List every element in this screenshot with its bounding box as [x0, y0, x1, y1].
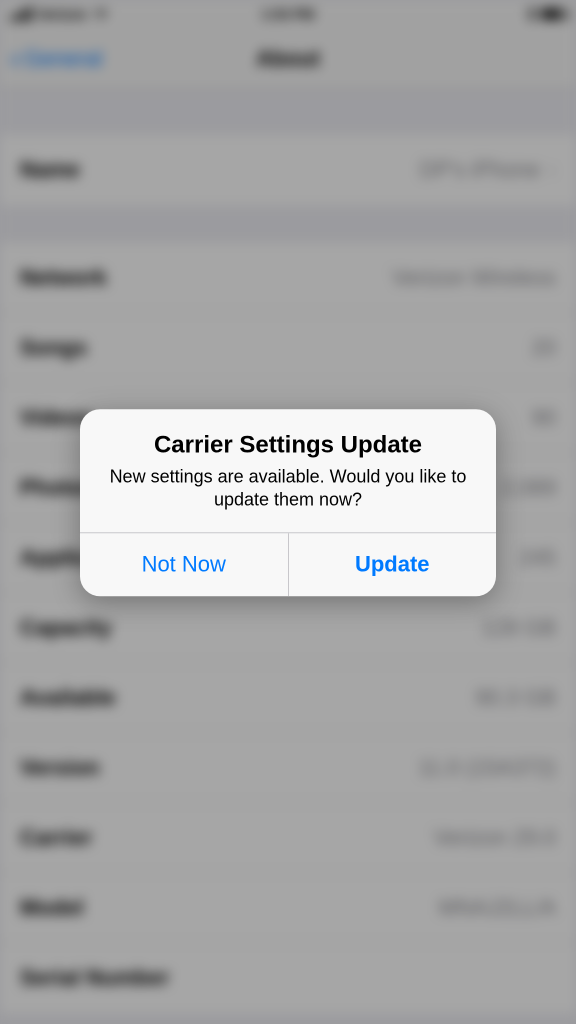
alert-body: Carrier Settings Update New settings are…	[80, 409, 496, 532]
alert-message: New settings are available. Would you li…	[102, 465, 474, 512]
update-button[interactable]: Update	[288, 533, 497, 596]
not-now-button[interactable]: Not Now	[80, 533, 288, 596]
alert-actions: Not Now Update	[80, 532, 496, 596]
carrier-settings-alert: Carrier Settings Update New settings are…	[80, 409, 496, 596]
alert-title: Carrier Settings Update	[102, 431, 474, 459]
